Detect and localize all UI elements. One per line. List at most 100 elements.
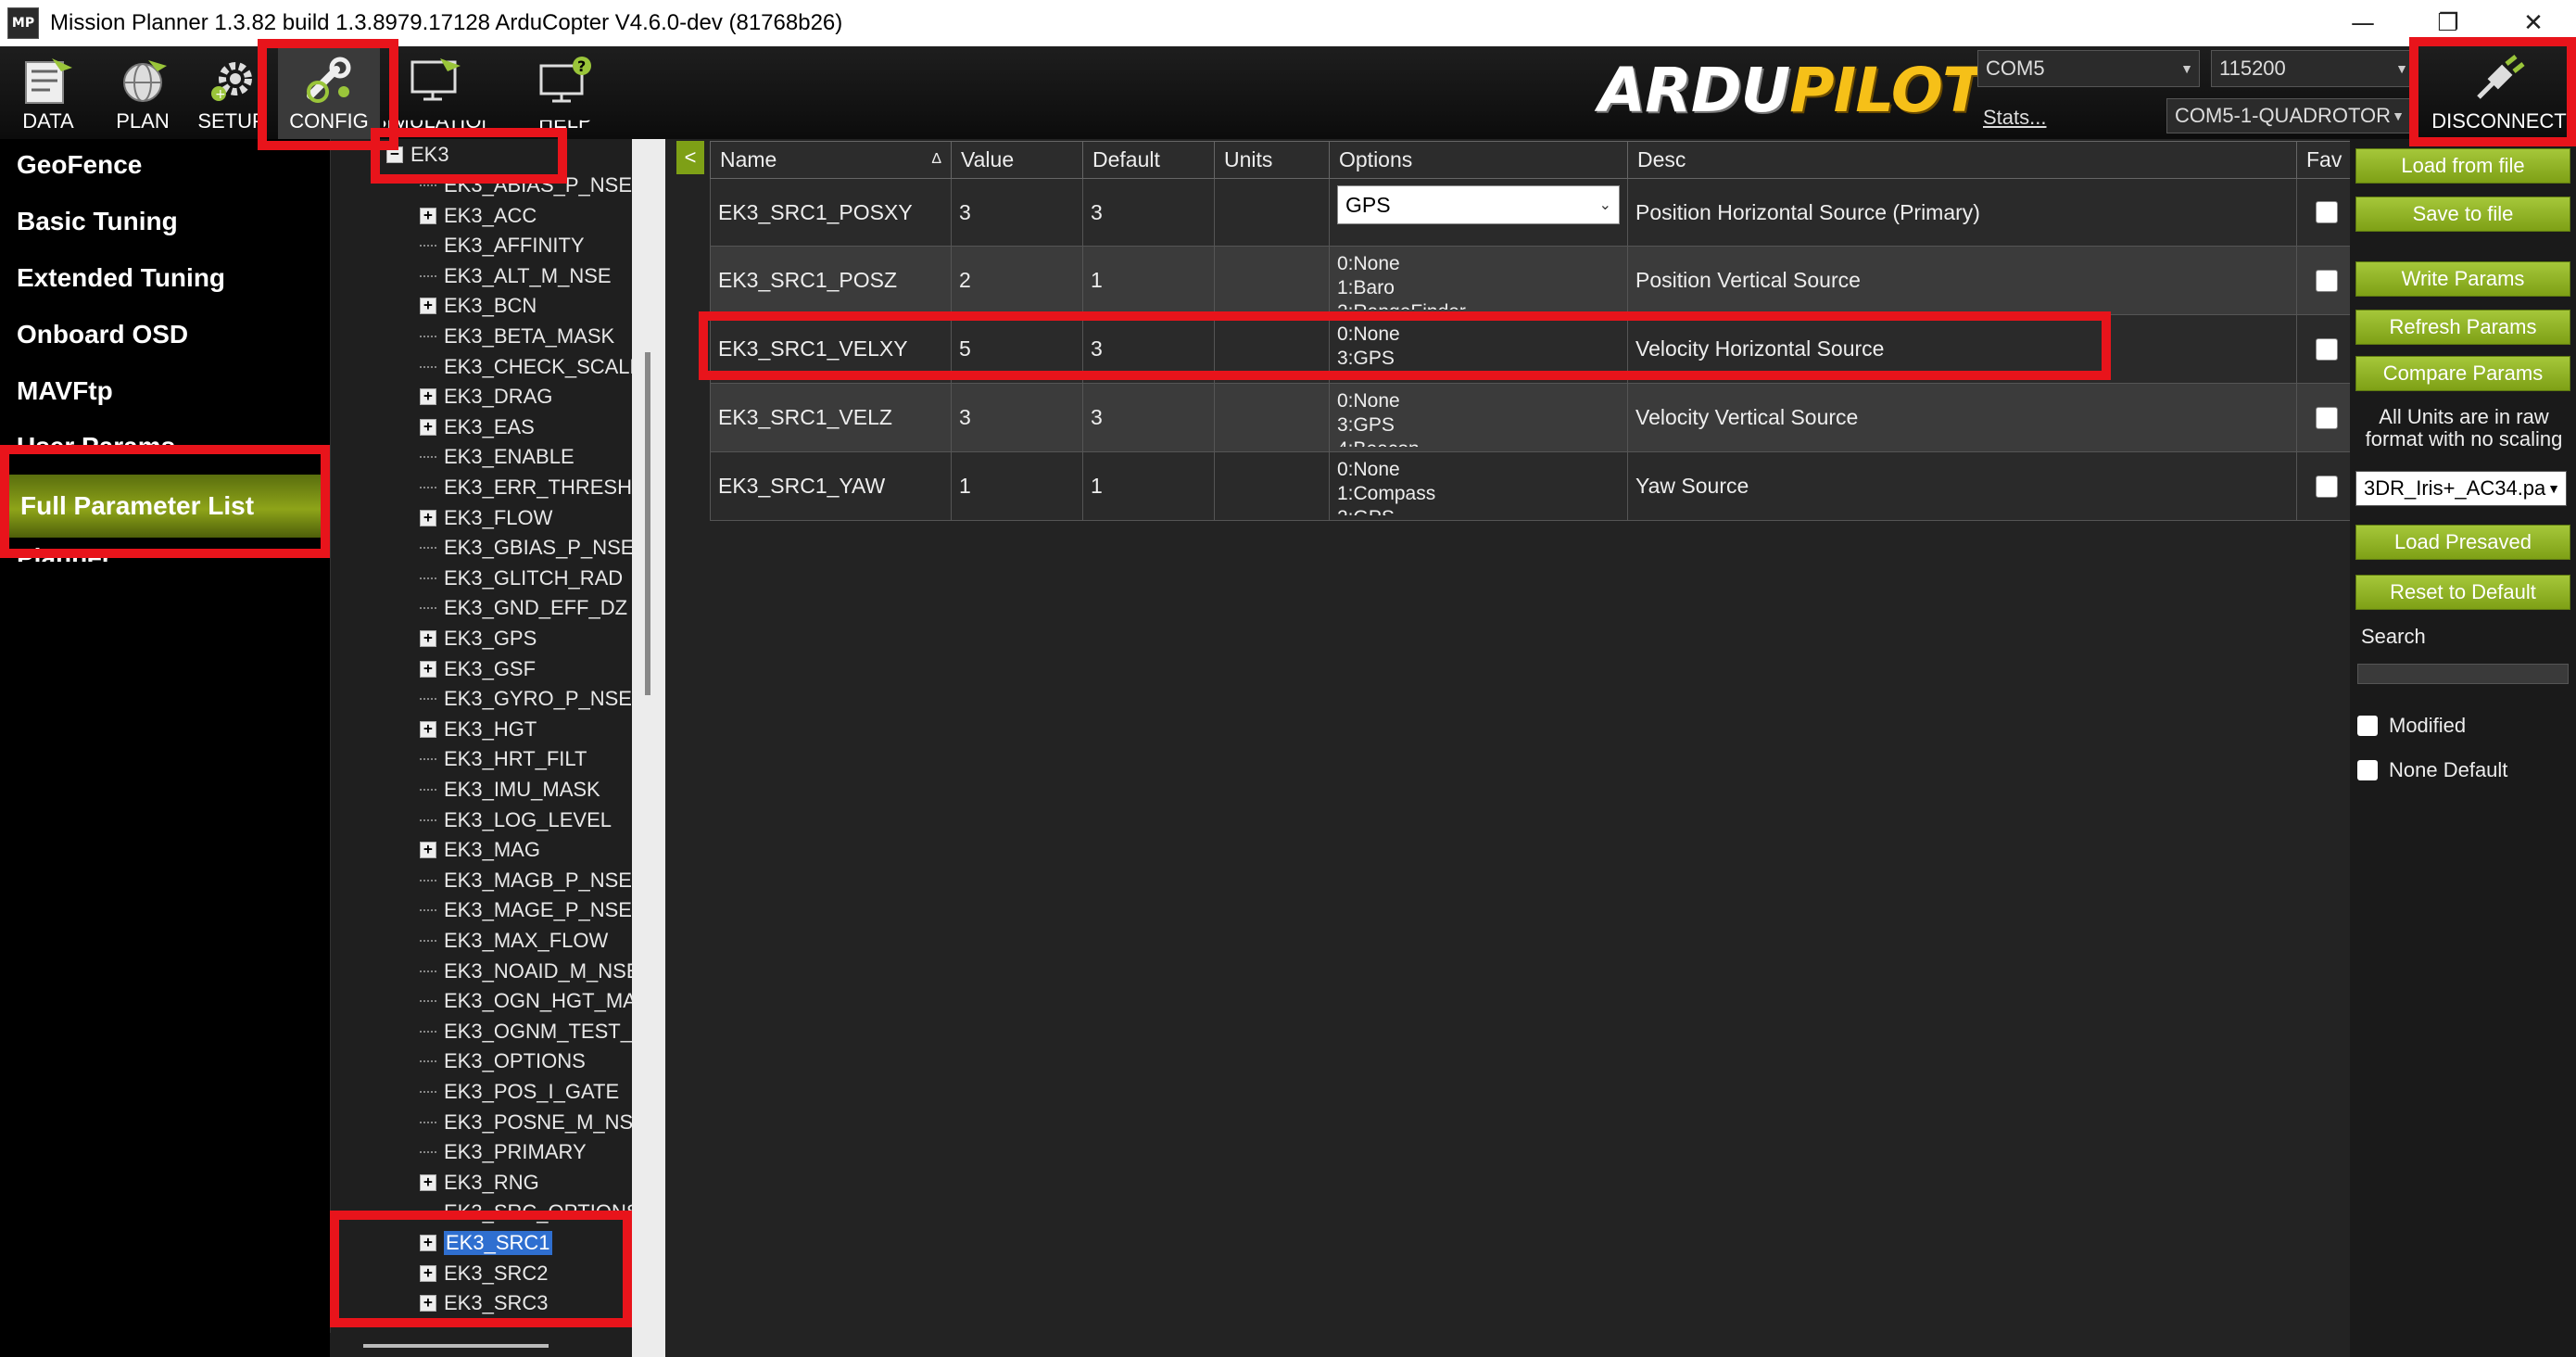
sidebar-item-extended-tuning[interactable]: Extended Tuning — [17, 263, 225, 293]
tree-item[interactable]: + EK3_RNG — [420, 1169, 539, 1197]
tree-item[interactable]: EK3_ERR_THRESH — [420, 474, 632, 501]
save-to-file-button[interactable]: Save to file — [2355, 197, 2570, 232]
modified-checkbox-box[interactable] — [2357, 716, 2378, 736]
table-row[interactable]: EK3_SRC1_VELZ 3 3 0:None3:GPS 4:Beacon Ve… — [710, 383, 2356, 452]
tree-root[interactable]: − EK3 — [386, 141, 449, 169]
tree-item[interactable]: + EK3_GPS — [420, 625, 537, 653]
expand-icon[interactable]: + — [420, 298, 436, 315]
fav-checkbox[interactable] — [2315, 475, 2338, 498]
tree-item[interactable]: + EK3_SRC2 — [420, 1260, 549, 1287]
expand-icon[interactable]: + — [420, 1295, 436, 1313]
collapse-icon[interactable]: − — [386, 146, 403, 163]
preset-select[interactable]: 3DR_Iris+_AC34.pa ▼ — [2355, 471, 2567, 506]
expand-icon[interactable]: + — [420, 630, 436, 647]
tree-hscroll-thumb[interactable] — [363, 1344, 549, 1348]
expand-icon[interactable]: + — [420, 1264, 436, 1282]
column-header-units[interactable]: Units — [1214, 141, 1330, 179]
help-tab[interactable]: ? HELP — [521, 46, 610, 139]
tree-horizontal-scrollbar[interactable] — [330, 1333, 632, 1357]
maximize-button[interactable]: ❐ — [2406, 0, 2491, 46]
tree-item[interactable]: EK3_ABIAS_P_NSE — [420, 171, 632, 199]
config-tab[interactable]: CONFIG — [278, 46, 380, 139]
tree-item[interactable]: EK3_PRIMARY — [420, 1138, 587, 1166]
column-header-options[interactable]: Options — [1329, 141, 1628, 179]
tree-item[interactable]: EK3_SRC_OPTIONS — [420, 1198, 637, 1226]
tree-item[interactable]: + EK3_HGT — [420, 716, 537, 743]
expand-icon[interactable]: + — [420, 1173, 436, 1191]
fav-checkbox[interactable] — [2315, 337, 2338, 361]
tree-item[interactable]: + EK3_BCN — [420, 292, 537, 320]
expand-icon[interactable]: + — [420, 1235, 436, 1251]
fav-checkbox[interactable] — [2315, 269, 2338, 292]
tree-item[interactable]: EK3_ALT_M_NSE — [420, 262, 612, 290]
param-options[interactable]: GPS ⌄ — [1329, 178, 1628, 247]
tree-item[interactable]: + EK3_SRC3 — [420, 1289, 549, 1317]
data-tab[interactable]: DATA — [13, 46, 83, 139]
sidebar-item-mavftp[interactable]: MAVFtp — [17, 376, 113, 406]
tree-item[interactable]: EK3_LOG_LEVEL — [420, 806, 612, 834]
table-row[interactable]: EK3_SRC1_VELXY 5 3 0:None3:GPS 4:Beacon V… — [710, 314, 2356, 384]
tree-item[interactable]: EK3_BETA_MASK — [420, 323, 614, 350]
tree-item[interactable]: EK3_OGN_HGT_MASK — [420, 987, 637, 1015]
fav-checkbox[interactable] — [2315, 201, 2338, 223]
tree-item[interactable]: + EK3_FLOW — [420, 504, 552, 532]
expand-icon[interactable]: + — [420, 418, 436, 436]
tree-item[interactable]: EK3_POS_I_GATE — [420, 1078, 619, 1106]
port-select[interactable]: COM5 ▼ — [1977, 50, 2200, 87]
sidebar-item-full-parameter-list[interactable]: Full Parameter List — [7, 475, 322, 538]
reset-to-default-button[interactable]: Reset to Default — [2355, 575, 2570, 610]
column-header-fav[interactable]: Fav — [2296, 141, 2356, 179]
sidebar-item-onboard-osd[interactable]: Onboard OSD — [17, 320, 188, 349]
tree-item[interactable]: + EK3_SRC1 — [420, 1229, 552, 1257]
tree-item[interactable]: EK3_GLITCH_RAD — [420, 564, 623, 592]
tree-item[interactable]: EK3_IMU_MASK — [420, 776, 600, 804]
tree-item[interactable]: EK3_OPTIONS — [420, 1047, 586, 1075]
modified-checkbox[interactable]: Modified — [2357, 714, 2466, 738]
expand-icon[interactable]: + — [420, 388, 436, 406]
sidebar-item-planner[interactable]: Planner — [17, 543, 112, 562]
sidebar-item-geofence[interactable]: GeoFence — [17, 150, 142, 180]
tree-item[interactable]: EK3_OGNM_TEST_SF — [420, 1018, 637, 1046]
tree-item[interactable]: EK3_CHECK_SCALE — [420, 353, 637, 381]
param-value[interactable]: 3 — [951, 178, 1083, 247]
tree-item[interactable]: EK3_NOAID_M_NSE — [420, 958, 637, 985]
none-default-checkbox[interactable]: None Default — [2357, 758, 2507, 782]
param-fav[interactable] — [2296, 383, 2356, 452]
expand-icon[interactable]: + — [420, 207, 436, 224]
param-fav[interactable] — [2296, 314, 2356, 384]
param-value[interactable]: 1 — [951, 451, 1083, 521]
tree-item[interactable]: + EK3_ACC — [420, 202, 537, 230]
tree-item[interactable]: EK3_GYRO_P_NSE — [420, 685, 632, 713]
setup-tab[interactable]: + SETUP — [195, 46, 269, 139]
param-fav[interactable] — [2296, 178, 2356, 247]
disconnect-button[interactable]: DISCONNECT — [2422, 46, 2576, 139]
compare-params-button[interactable]: Compare Params — [2355, 356, 2570, 391]
tree-item[interactable]: EK3_MAGB_P_NSE — [420, 867, 632, 894]
column-header-default[interactable]: Default — [1082, 141, 1215, 179]
param-fav[interactable] — [2296, 246, 2356, 315]
options-dropdown[interactable]: GPS ⌄ — [1337, 185, 1620, 224]
load-presaved-button[interactable]: Load Presaved — [2355, 525, 2570, 560]
stats-link[interactable]: Stats... — [1983, 106, 2046, 130]
baud-select[interactable]: 115200 ▼ — [2211, 50, 2415, 87]
tree-item[interactable]: EK3_GBIAS_P_NSE — [420, 534, 634, 562]
simulation-tab[interactable]: SIMULATION — [384, 46, 486, 139]
expand-icon[interactable]: + — [420, 509, 436, 526]
tree-item[interactable]: + EK3_GSF — [420, 655, 536, 683]
plan-tab[interactable]: PLAN — [104, 46, 182, 139]
tree-item[interactable]: EK3_POSNE_M_NSE — [420, 1109, 637, 1136]
expand-icon[interactable]: + — [420, 720, 436, 738]
tree-scroll-thumb[interactable] — [645, 352, 650, 695]
param-value[interactable]: 5 — [951, 314, 1083, 384]
load-from-file-button[interactable]: Load from file — [2355, 148, 2570, 184]
column-header-name[interactable]: Name Δ — [710, 141, 952, 179]
tree-item[interactable]: + EK3_MAG — [420, 836, 540, 864]
tree-item[interactable]: EK3_GND_EFF_DZ — [420, 594, 627, 622]
param-value[interactable]: 2 — [951, 246, 1083, 315]
table-row[interactable]: EK3_SRC1_POSZ 2 1 0:None1:Baro 2:RangeFin… — [710, 246, 2356, 315]
minimize-button[interactable]: — — [2320, 0, 2406, 46]
tree-item[interactable]: EK3_ENABLE — [420, 443, 575, 471]
close-button[interactable]: ✕ — [2491, 0, 2576, 46]
table-row[interactable]: EK3_SRC1_POSXY 3 3 GPS ⌄ Position Horizon… — [710, 178, 2356, 247]
param-fav[interactable] — [2296, 451, 2356, 521]
